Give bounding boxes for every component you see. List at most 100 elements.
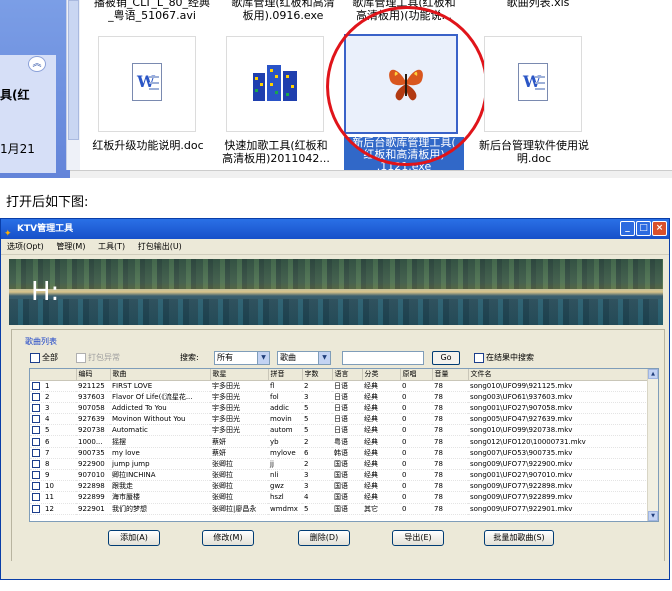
col-header-filename[interactable]: 文件名 [468,369,649,381]
file-name-4[interactable]: 新后台管理软件使用说 明.doc [468,139,600,165]
file-name-2[interactable]: 快速加歌工具(红板和 高清板用)2011042... [214,139,338,165]
table-cell: 2 [302,380,332,392]
add-button[interactable]: 添加(A) [108,530,160,546]
table-row[interactable]: 10 922898 跟我走 张卿拉 gwz 3 国语 经典 0 78 song009\UFO77\9… [30,480,648,493]
row-index: 3 [45,403,50,412]
row-checkbox[interactable] [32,459,40,468]
table-cell: 蔡妍 [210,435,268,448]
window-title: KTV管理工具 [17,224,74,234]
search-input[interactable] [342,351,424,365]
row-checkbox[interactable] [32,493,40,502]
table-row[interactable]: 11 922899 海市蜃楼 张卿拉 hszl 4 国语 经典 0 78 song009\UFO77… [30,491,648,504]
row-checkbox[interactable] [32,504,40,513]
row-checkbox[interactable] [32,403,40,412]
chevron-down-icon[interactable]: ▼ [318,352,330,364]
row-checkbox[interactable] [32,448,40,457]
table-row[interactable]: 8 922900 jump jump 张卿拉 jj 2 国语 经典 0 78 song009\UFO… [30,458,648,471]
scroll-thumb[interactable] [68,0,79,140]
row-checkbox[interactable] [32,426,40,435]
maximize-button[interactable]: □ [636,221,651,236]
row-index: 2 [45,392,50,401]
banner-trees [9,259,663,289]
col-header-language[interactable]: 语言 [332,369,363,381]
scroll-down-icon[interactable]: ▼ [648,511,658,521]
batch-add-songs-button[interactable]: 批量加歌曲(S) [484,530,554,546]
table-cell: song010\UFO99\921125.mkv [468,380,648,392]
delete-button[interactable]: 删除(D) [298,530,350,546]
explorer-sidebar-scrollbar[interactable] [66,0,80,170]
menu-pack-output[interactable]: 打包输出(U) [138,242,182,251]
export-button[interactable]: 导出(E) [392,530,444,546]
minimize-button[interactable]: _ [620,221,635,236]
table-cell: hszl [268,491,302,504]
file-thumb-1[interactable]: W [98,36,196,132]
table-row[interactable]: 6 1000... 摇摆 蔡妍 yb 2 粤语 经典 0 78 song012\UFO120\100… [30,435,648,448]
col-header-pinyin[interactable]: 拼音 [268,369,303,381]
table-cell: 卿拉INCHINA [110,469,210,482]
table-row[interactable]: 2 937603 Flavor Of Life(《流星花... 宇多田光 fol 3 日语经… [30,391,648,403]
table-row[interactable]: 4 927639 Movinon Without You 宇多田光 movin 5 日语 经典… [30,413,648,426]
table-cell: 0 [400,424,432,437]
row-checkbox[interactable] [32,381,40,390]
row-checkbox[interactable] [32,392,40,401]
table-cell: 922901 [76,503,110,515]
scroll-up-icon[interactable]: ▲ [648,369,658,379]
table-cell: song009\UFO77\922898.mkv [468,480,648,493]
file-explorer: ︽ 具(红 1月21 播被销_CLT_L_80_经典 _粤语_51067.avi… [0,0,672,182]
search-in-results-checkbox[interactable]: 在结果中搜索 [474,352,534,364]
table-row[interactable]: 1 921125 FIRST LOVE 宇多田光 fl 2 日语 经典 0 78 song010\U… [30,380,648,392]
close-button[interactable]: × [652,221,667,236]
col-header-words[interactable]: 字数 [302,369,333,381]
row-checkbox[interactable] [32,437,40,446]
table-cell: 国语 [332,503,362,515]
menu-options[interactable]: 选项(Opt) [7,242,44,251]
table-row[interactable]: 7 900735 my love 蔡妍 mylove 6 韩语 经典 0 78 song007\UF… [30,447,648,459]
select-all-checkbox[interactable]: 全部 [30,352,58,364]
file-label-top-1[interactable]: 播被销_CLT_L_80_经典 _粤语_51067.avi [82,0,222,22]
table-cell: 经典 [362,491,400,504]
table-row[interactable]: 3 907058 Addicted To You 宇多田光 addic 5 日语 经典 0 78 s… [30,402,648,415]
table-row[interactable]: 12 922901 我们的梦想 张卿拉|廖昌永 wmdmx 5 国语 其它 0 78 song009… [30,503,648,515]
app-butterfly-icon: ✦ [4,229,12,239]
menu-manage[interactable]: 管理(M) [56,242,85,251]
col-header-code[interactable]: 编码 [76,369,111,381]
row-index: 4 [45,415,50,424]
col-header-song[interactable]: 歌曲 [110,369,211,381]
field-select[interactable]: 歌曲 ▼ [277,351,331,365]
table-cell: song009\UFO77\922899.mkv [468,491,648,504]
table-row[interactable]: 9 907010 卿拉INCHINA 张卿拉 nli 3 国语 经典 0 78 song001\UF… [30,469,648,482]
col-header-singer[interactable]: 歌星 [210,369,269,381]
table-cell: 0 [400,469,432,482]
pack-error-checkbox[interactable]: 打包异常 [76,352,120,364]
table-row[interactable]: 5 920738 Automatic 宇多田光 autom 5 日语 经典 0 78 song010… [30,424,648,437]
table-cell: 经典 [362,458,400,471]
edit-button[interactable]: 修改(M) [202,530,254,546]
checkbox-box[interactable] [474,352,484,363]
file-name-1[interactable]: 红板升级功能说明.doc [82,139,214,152]
title-bar[interactable]: ✦ KTV管理工具 _ □ × [1,219,669,239]
col-header-check[interactable] [30,369,77,381]
pack-error-label: 打包异常 [88,353,120,362]
go-button[interactable]: Go [432,351,460,365]
row-checkbox[interactable] [32,415,40,424]
file-thumb-2[interactable] [226,36,324,132]
table-cell: 78 [432,447,468,459]
collapse-chevron-icon[interactable]: ︽ [28,56,46,72]
col-header-volume[interactable]: 音量 [432,369,469,381]
checkbox-box[interactable] [30,352,40,363]
row-checkbox[interactable] [32,471,40,480]
chevron-down-icon[interactable]: ▼ [257,352,269,364]
filter-select[interactable]: 所有 ▼ [214,351,270,365]
row-checkbox[interactable] [32,482,40,491]
menu-tools[interactable]: 工具(T) [98,242,125,251]
word-doc-icon: W [518,63,548,101]
file-label-top-2[interactable]: 歌库管理(红板和高清 板用).0916.exe [222,0,344,22]
checkbox-box[interactable] [76,352,86,363]
table-scrollbar[interactable]: ▲ ▼ [647,369,658,521]
col-header-original[interactable]: 原唱 [400,369,433,381]
col-header-category[interactable]: 分类 [362,369,401,381]
file-thumb-4[interactable]: W [484,36,582,132]
sidebar-date: 1月21 [0,142,35,156]
table-cell: mylove [268,447,302,459]
file-label-top-4[interactable]: 歌曲列表.xls [478,0,598,9]
